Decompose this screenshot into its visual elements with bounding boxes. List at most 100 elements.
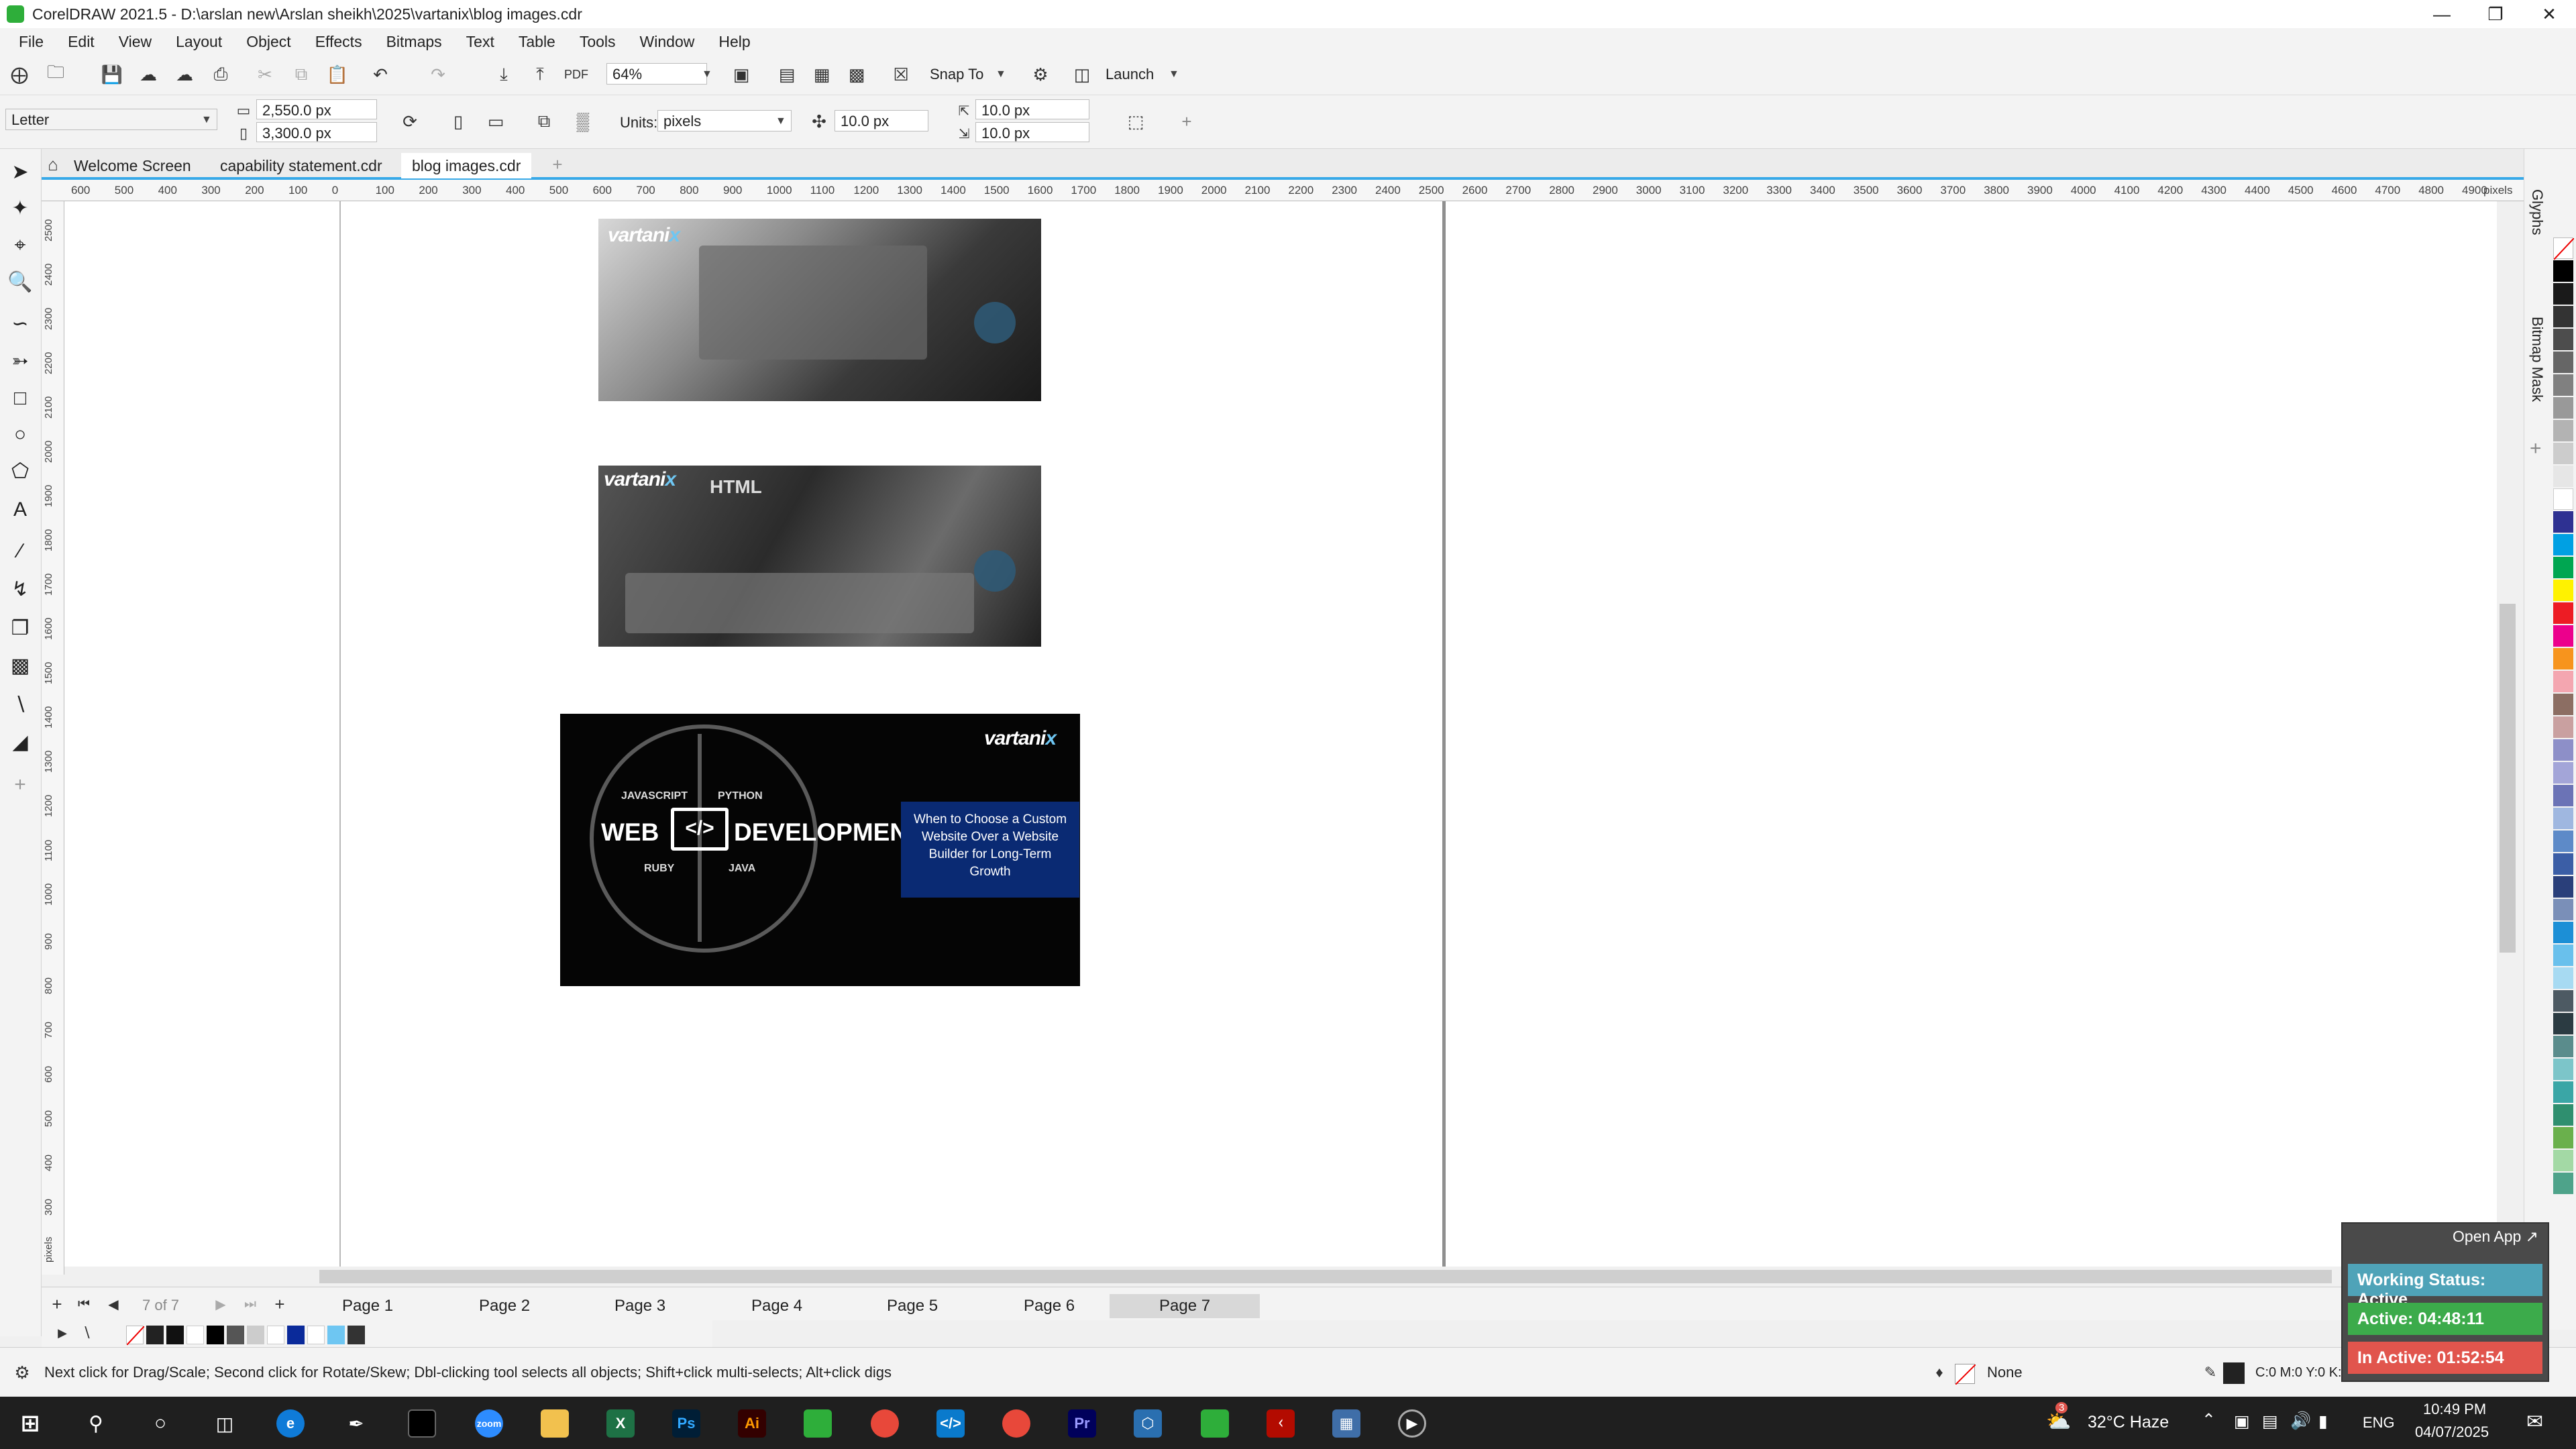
swatch-none[interactable] <box>2553 237 2575 260</box>
add-icon[interactable]: + <box>1175 110 1198 133</box>
menu-table[interactable]: Table <box>506 33 568 51</box>
snap-off-icon[interactable]: ☒ <box>890 63 912 86</box>
menu-help[interactable]: Help <box>706 33 762 51</box>
clock-time[interactable]: 10:49 PM <box>2423 1401 2486 1418</box>
doc-swatch-white[interactable] <box>186 1326 204 1344</box>
chevron-down-icon[interactable]: ▼ <box>996 68 1006 80</box>
pen-icon[interactable]: ✒ <box>342 1409 370 1438</box>
swatch-yellow[interactable] <box>2553 580 2573 601</box>
menu-view[interactable]: View <box>107 33 164 51</box>
settings-gear-icon[interactable]: ⚙ <box>11 1361 34 1384</box>
swatch-sea-green[interactable] <box>2553 1104 2573 1126</box>
launch-dropdown[interactable]: Launch <box>1106 66 1154 83</box>
meet-now-icon[interactable]: ▣ <box>2234 1411 2250 1432</box>
premiere-icon[interactable]: Pr <box>1068 1409 1096 1438</box>
show-rulers-icon[interactable]: ▤ <box>775 63 798 86</box>
battery-icon[interactable]: ▮ <box>2318 1411 2328 1432</box>
fill-swatch-none[interactable] <box>1955 1364 1976 1385</box>
swatch-magenta[interactable] <box>2553 625 2573 647</box>
treat-as-filled-icon[interactable]: ⬚ <box>1124 110 1147 133</box>
doc-swatch-sky[interactable] <box>327 1326 345 1344</box>
swatch-teal[interactable] <box>2553 1081 2573 1103</box>
menu-file[interactable]: File <box>7 33 56 51</box>
doc-swatch-none[interactable] <box>126 1326 145 1346</box>
menu-tools[interactable]: Tools <box>568 33 628 51</box>
swatch-white[interactable] <box>2553 488 2573 510</box>
connector-tool-icon[interactable]: ↯ <box>7 576 34 602</box>
transparency-icon[interactable]: ▩ <box>7 652 34 679</box>
swatch-gray-10[interactable] <box>2553 466 2573 487</box>
doc-swatch-white-2[interactable] <box>267 1326 284 1344</box>
doc-swatch-charcoal[interactable] <box>347 1326 365 1344</box>
drop-shadow-icon[interactable]: ❐ <box>7 614 34 641</box>
page-tab-7[interactable]: Page 7 <box>1110 1294 1260 1318</box>
menu-effects[interactable]: Effects <box>303 33 374 51</box>
last-page-icon[interactable]: ⏭ <box>239 1293 262 1316</box>
swatch-red[interactable] <box>2553 602 2573 624</box>
all-pages-icon[interactable]: ⧉ <box>533 110 555 133</box>
add-page-icon[interactable]: + <box>46 1293 68 1316</box>
swatch-gray-30[interactable] <box>2553 420 2573 441</box>
menu-bitmaps[interactable]: Bitmaps <box>374 33 454 51</box>
page-tab-2[interactable]: Page 2 <box>463 1294 546 1318</box>
palette-arrow-icon[interactable]: ▶ <box>51 1322 74 1344</box>
rectangle-tool-icon[interactable]: □ <box>7 385 34 412</box>
vscode-icon[interactable]: </> <box>936 1409 965 1438</box>
notification-center-icon[interactable]: ✉ <box>2526 1410 2543 1434</box>
doc-swatch-light-gray[interactable] <box>247 1326 264 1344</box>
menu-window[interactable]: Window <box>628 33 707 51</box>
doc-swatch-white-3[interactable] <box>307 1326 325 1344</box>
swatch-navy[interactable] <box>2553 511 2573 533</box>
freehand-tool-icon[interactable]: ∽ <box>7 310 34 337</box>
swatch-gray-40[interactable] <box>2553 397 2573 419</box>
crop-tool-icon[interactable]: ⌖ <box>7 232 34 259</box>
swatch-periwinkle[interactable] <box>2553 785 2573 806</box>
ellipse-tool-icon[interactable]: ○ <box>7 421 34 448</box>
swatch-dark-blue[interactable] <box>2553 876 2573 898</box>
add-page-end-icon[interactable]: + <box>268 1293 291 1316</box>
zoom-level-field[interactable]: 64% <box>606 63 707 85</box>
tab-capability-statement[interactable]: capability statement.cdr <box>209 153 393 178</box>
swatch-jade[interactable] <box>2553 1173 2573 1194</box>
doc-swatch-gray[interactable] <box>227 1326 244 1344</box>
next-page-icon[interactable]: ▶ <box>209 1293 232 1316</box>
swatch-gray-70[interactable] <box>2553 329 2573 350</box>
nudge-distance-field[interactable]: 10.0 px <box>835 110 928 131</box>
excel-icon[interactable]: X <box>606 1409 635 1438</box>
doc-swatch-dark[interactable] <box>146 1326 164 1344</box>
swatch-charcoal[interactable] <box>2553 990 2573 1012</box>
docker-tab-glyphs[interactable]: Glyphs <box>2528 189 2546 235</box>
swatch-orange[interactable] <box>2553 648 2573 669</box>
polygon-tool-icon[interactable]: ⬠ <box>7 458 34 484</box>
clock-date[interactable]: 04/07/2025 <box>2415 1424 2489 1441</box>
swatch-mint[interactable] <box>2553 1150 2573 1171</box>
redo-icon[interactable]: ↷ <box>427 63 449 86</box>
chevron-down-icon[interactable]: ▼ <box>775 115 786 127</box>
blog-image-html-touch[interactable]: vartanix HTML <box>598 466 1041 647</box>
chevron-down-icon[interactable]: ▼ <box>201 114 212 126</box>
open-folder-icon[interactable]: 🗀 <box>44 62 67 86</box>
new-tab-plus-icon[interactable]: + <box>546 153 569 176</box>
page-width-field[interactable]: 2,550.0 px <box>256 99 377 119</box>
search-icon[interactable]: ⚲ <box>82 1409 110 1438</box>
artistic-media-icon[interactable]: ➳ <box>7 347 34 374</box>
zoom-icon[interactable]: zoom <box>475 1409 503 1438</box>
duplicate-distance-y-field[interactable]: 10.0 px <box>975 122 1089 142</box>
menu-edit[interactable]: Edit <box>56 33 107 51</box>
chrome-active-icon[interactable] <box>1002 1409 1030 1438</box>
swatch-leaf[interactable] <box>2553 1127 2573 1148</box>
tab-blog-images[interactable]: blog images.cdr <box>401 153 532 178</box>
swatch-pink[interactable] <box>2553 671 2573 692</box>
parallel-dimension-icon[interactable]: ∕ <box>7 538 34 565</box>
pick-tool-icon[interactable]: ➤ <box>7 158 34 185</box>
illustrator-icon[interactable]: Ai <box>738 1409 766 1438</box>
cloud-upload-icon[interactable]: ☁ <box>173 63 196 86</box>
weather-icon[interactable]: ⛅ <box>2046 1410 2071 1434</box>
cut-icon[interactable]: ✂ <box>254 63 276 86</box>
swatch-gray-60[interactable] <box>2553 352 2573 373</box>
swatch-lavender[interactable] <box>2553 739 2573 761</box>
swatch-gray-80[interactable] <box>2553 306 2573 327</box>
swatch-slate-blue[interactable] <box>2553 899 2573 920</box>
coreldraw-active-icon[interactable] <box>1201 1409 1229 1438</box>
show-guidelines-icon[interactable]: ▩ <box>845 63 868 86</box>
